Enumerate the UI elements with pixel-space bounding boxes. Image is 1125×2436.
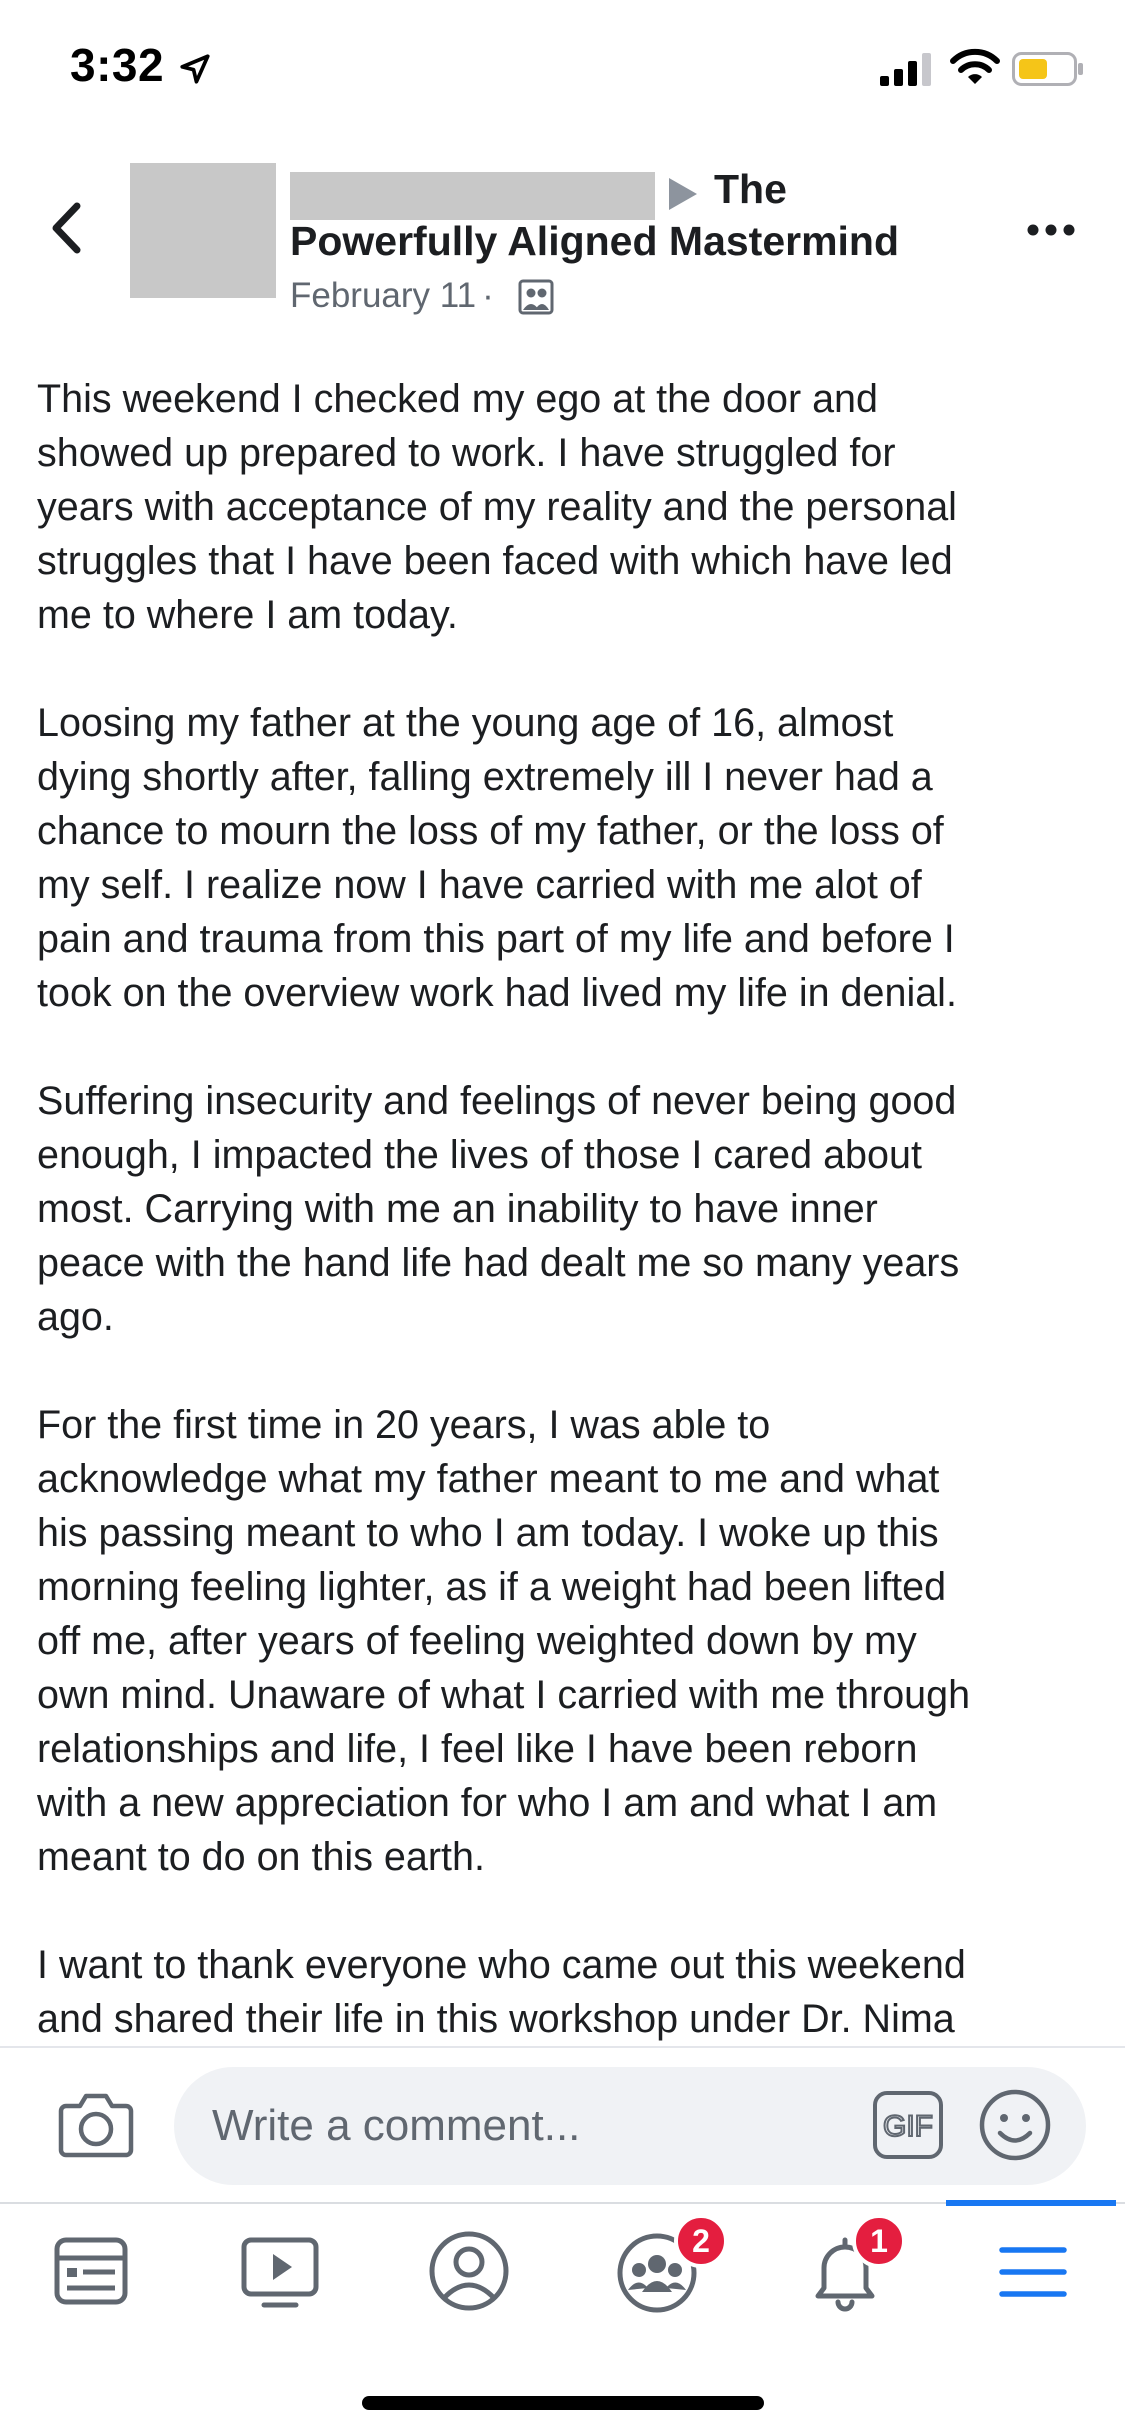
tab-menu[interactable] [988, 2226, 1078, 2316]
camera-icon[interactable] [58, 2090, 134, 2158]
post-paragraph-1: This weekend I checked my ego at the doo… [37, 377, 957, 637]
gif-icon[interactable]: GIF [872, 2090, 944, 2160]
video-play-icon [241, 2237, 319, 2308]
meta-separator: · [482, 276, 494, 315]
post-body: This weekend I checked my ego at the doo… [37, 372, 1097, 2042]
cellular-signal-icon [880, 53, 931, 86]
posted-in-arrow-icon [669, 178, 697, 210]
comment-placeholder[interactable]: Write a comment... [212, 2101, 580, 2151]
post-paragraph-5: I want to thank everyone who came out th… [37, 1943, 966, 2041]
status-bar: 3:32 [0, 0, 1125, 140]
news-feed-icon [54, 2237, 128, 2305]
location-arrow-icon [180, 54, 210, 84]
group-audience-icon [518, 279, 554, 315]
svg-text:GIF: GIF [883, 2110, 933, 2143]
profile-icon [429, 2231, 509, 2311]
back-chevron-icon[interactable] [44, 198, 94, 258]
post-paragraph-4: For the first time in 20 years, I was ab… [37, 1403, 971, 1879]
tab-watch[interactable] [236, 2226, 326, 2316]
active-tab-indicator [946, 2200, 1116, 2206]
author-name-redacted[interactable] [290, 172, 655, 220]
notifications-badge: 1 [852, 2214, 906, 2268]
hamburger-menu-icon [999, 2247, 1067, 2297]
more-options-icon[interactable] [1025, 210, 1077, 250]
tab-profile[interactable] [424, 2226, 514, 2316]
tab-news-feed[interactable] [47, 2226, 137, 2316]
home-indicator[interactable] [362, 2396, 764, 2410]
author-avatar[interactable] [130, 163, 276, 298]
wifi-icon [950, 48, 1000, 84]
status-time: 3:32 [70, 39, 165, 91]
post-paragraph-3: Suffering insecurity and feelings of nev… [37, 1079, 960, 1339]
battery-icon [1012, 52, 1083, 86]
post-date[interactable]: February 11 [290, 276, 476, 315]
screen: 3:32 The Powerfully Aligned Mastermind F… [0, 0, 1125, 2436]
post-paragraph-2: Loosing my father at the young age of 16… [37, 701, 957, 1015]
group-name-line1[interactable]: The [714, 166, 787, 213]
post-meta: February 11 · [290, 276, 500, 316]
emoji-smile-icon[interactable] [978, 2088, 1052, 2162]
groups-badge: 2 [674, 2214, 728, 2268]
group-name-line2[interactable]: Powerfully Aligned Mastermind [290, 218, 899, 265]
